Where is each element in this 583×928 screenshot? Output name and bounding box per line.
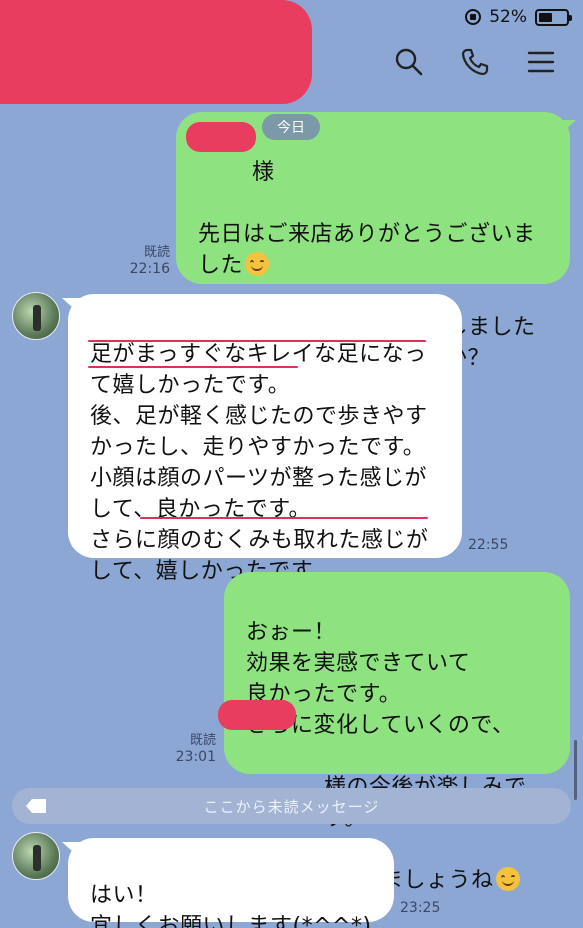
menu-icon[interactable] <box>525 46 557 78</box>
smile-emoji-icon <box>495 867 520 891</box>
rotation-lock-icon <box>465 9 482 25</box>
message-time: 22:16 <box>129 261 170 277</box>
highlight-underline <box>88 340 426 342</box>
highlight-underline <box>140 517 428 519</box>
header-actions <box>393 46 557 78</box>
unread-divider-label: ここから未読メッセージ <box>203 797 380 816</box>
message-text: 足がまっすぐなキレイな足になっ て嬉しかったです。 後、足が軽く感じたので歩きや… <box>90 342 429 584</box>
read-receipt: 既読 <box>189 733 216 748</box>
search-icon[interactable] <box>393 46 425 78</box>
battery-percent: 52% <box>489 7 527 27</box>
message-bubble-outgoing[interactable]: おぉー！ 効果を実感できていて 良かったです。 さらに変化していくので、 様の今… <box>224 572 570 893</box>
date-divider: 今日 <box>262 114 320 140</box>
redacted-chat-title <box>0 0 312 104</box>
redacted-name <box>218 700 296 730</box>
message-bubble-incoming[interactable]: はい！ 宜しくお願いします(*^^*) <box>68 838 394 928</box>
avatar[interactable] <box>12 832 60 880</box>
smile-emoji-icon <box>245 252 270 276</box>
message-time: 23:25 <box>400 900 441 916</box>
message-text: はい！ 宜しくお願いします(*^^*) <box>90 883 372 928</box>
phone-icon[interactable] <box>459 46 491 78</box>
message-meta: 22:55 <box>468 537 518 554</box>
read-receipt: 既読 <box>143 245 170 260</box>
unread-divider: ここから未読メッセージ <box>12 788 571 824</box>
message-time: 23:01 <box>175 749 216 765</box>
highlight-underline <box>88 366 298 368</box>
message-time: 22:55 <box>468 537 509 553</box>
tag-icon <box>26 799 46 813</box>
redacted-name <box>186 122 256 152</box>
avatar[interactable] <box>12 292 60 340</box>
scrollbar[interactable] <box>574 740 577 800</box>
message-meta: 既読 22:16 <box>120 244 170 278</box>
message-meta: 23:25 <box>400 900 450 917</box>
battery-icon <box>535 8 572 26</box>
message-meta: 既読 23:01 <box>166 732 216 766</box>
message-text: 様 <box>252 160 275 185</box>
